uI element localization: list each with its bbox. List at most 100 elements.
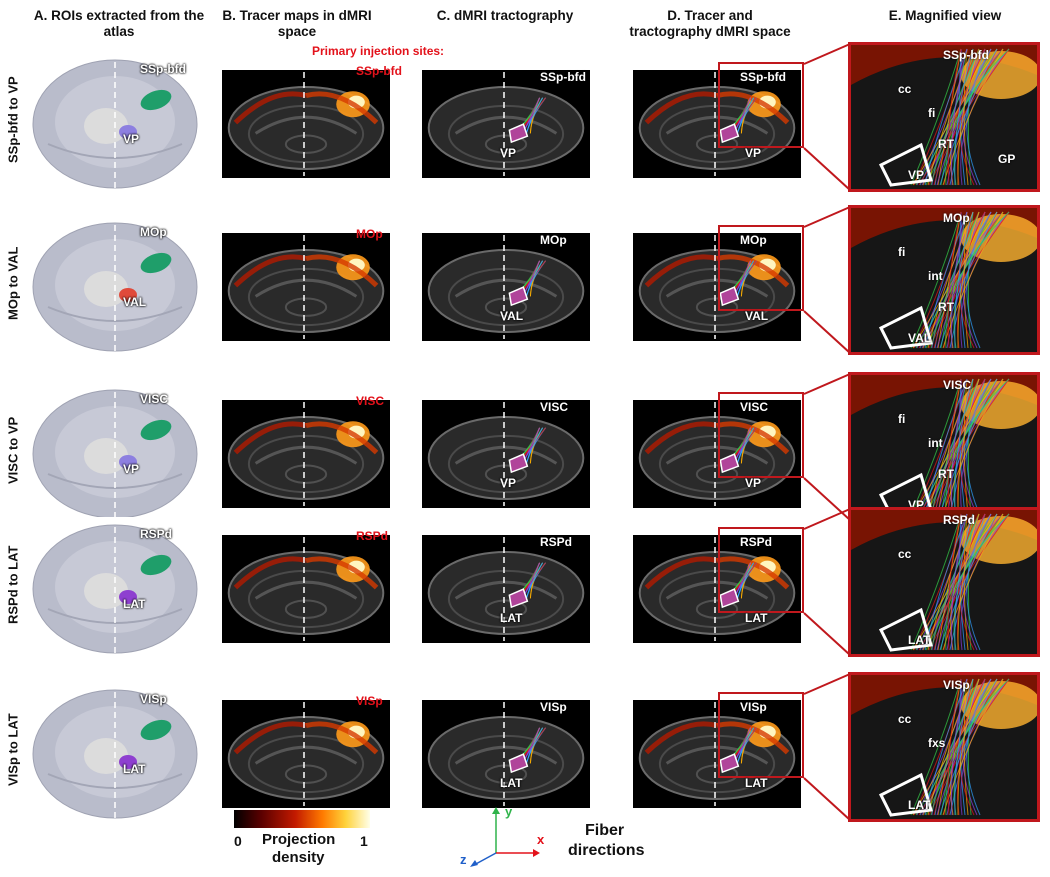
tracer-source-label: RSPd <box>356 529 389 543</box>
magnified-panel <box>848 372 1040 522</box>
tract-target-label: VP <box>500 146 517 160</box>
magnified-label-b: fi <box>928 106 936 120</box>
magnified-label-a: fi <box>898 245 906 259</box>
tract-target-label: LAT <box>500 776 523 790</box>
overlay-target-label: LAT <box>745 611 768 625</box>
row-label: RSPd to LAT <box>5 545 21 625</box>
overlay-source-label: SSp-bfd <box>740 70 786 84</box>
atlas-target-label: VP <box>123 462 140 476</box>
axis-y-label: y <box>505 804 513 819</box>
atlas-target-label: LAT <box>123 597 146 611</box>
tractography-panel <box>422 233 590 341</box>
tracer-map-image <box>227 537 385 641</box>
magnified-label-top: MOp <box>943 211 970 225</box>
magnified-panel <box>848 507 1040 657</box>
tract-target-label: VP <box>500 476 517 490</box>
atlas-panel <box>28 215 203 355</box>
tract-target-label: LAT <box>500 611 523 625</box>
tract-source-label: VISC <box>540 400 569 414</box>
tractography-panel <box>422 535 590 643</box>
tractography-image <box>427 537 585 641</box>
magnified-label-b: int <box>928 269 943 283</box>
atlas-target-label: LAT <box>123 762 146 776</box>
overlay-source-label: MOp <box>740 233 767 247</box>
tractography-image <box>427 72 585 176</box>
magnified-label-d: LAT <box>908 633 931 647</box>
magnified-label-c: RT <box>938 300 954 314</box>
row-label: SSp-bfd to VP <box>5 76 21 164</box>
tracer-source-label: VISp <box>356 694 383 708</box>
atlas-source-label: VISp <box>140 692 167 706</box>
atlas-source-label: VISC <box>140 392 169 406</box>
tract-target-label: VAL <box>500 309 524 323</box>
column-title-e: E. Magnified view <box>888 8 1002 23</box>
magnified-label-b: int <box>928 436 943 450</box>
magnified-label-d: VP <box>908 168 925 182</box>
primary-injection-label: Primary injection sites: <box>312 44 445 58</box>
tracer-map-image <box>227 402 385 506</box>
atlas-source-label: RSPd <box>140 527 173 541</box>
row-label: MOp to VAL <box>5 246 21 320</box>
fiber-label-1: Fiber <box>585 822 625 839</box>
magnified-label-c: RT <box>938 467 954 481</box>
magnified-label-a: fi <box>898 412 906 426</box>
tractography-panel <box>422 400 590 508</box>
magnified-label-b: fxs <box>928 736 946 750</box>
magnified-label-c: RT <box>938 137 954 151</box>
column-title-a: A. ROIs extracted from the atlas <box>33 8 205 39</box>
tractography-image <box>427 402 585 506</box>
magnified-label-top: SSp-bfd <box>943 48 989 62</box>
magnified-label-e: GP <box>998 152 1016 166</box>
colorbar-max: 1 <box>360 833 368 849</box>
overlay-target-label: LAT <box>745 776 768 790</box>
overlay-target-label: VP <box>745 476 762 490</box>
row-label: VISp to LAT <box>5 713 21 787</box>
overlay-target-label: VAL <box>745 309 769 323</box>
overlay-source-label: RSPd <box>740 535 773 549</box>
colorbar-label-1: Projection <box>262 831 336 848</box>
column-title-c: C. dMRI tractography <box>436 8 574 23</box>
axis-z-label: z <box>460 852 467 867</box>
atlas-panel <box>28 682 203 822</box>
tracer-source-label: VISC <box>356 394 385 408</box>
fiber-label-2: directions <box>568 842 645 859</box>
magnified-label-a: cc <box>898 712 912 726</box>
magnified-label-d: LAT <box>908 798 931 812</box>
row-label: VISC to VP <box>5 416 21 484</box>
tracer-source-label: MOp <box>356 227 383 241</box>
atlas-target-label: VAL <box>123 295 147 309</box>
magnified-label-top: RSPd <box>943 513 976 527</box>
column-title-b: B. Tracer maps in dMRI space <box>222 8 372 39</box>
overlay-source-label: VISC <box>740 400 769 414</box>
magnified-label-a: cc <box>898 547 912 561</box>
tract-source-label: SSp-bfd <box>540 70 586 84</box>
tractography-panel <box>422 700 590 808</box>
tracer-map-panel <box>222 70 390 178</box>
magnified-panel <box>848 42 1040 192</box>
colorbar-label-2: density <box>272 849 325 866</box>
colorbar-min: 0 <box>234 833 242 849</box>
magnified-label-a: cc <box>898 82 912 96</box>
tracer-source-label: SSp-bfd <box>356 64 402 78</box>
tract-source-label: RSPd <box>540 535 573 549</box>
tracer-map-panel <box>222 233 390 341</box>
magnified-label-d: VAL <box>908 331 932 345</box>
atlas-source-label: SSp-bfd <box>140 62 186 76</box>
tracer-map-image <box>227 72 385 176</box>
magnified-label-top: VISp <box>943 678 970 692</box>
atlas-source-label: MOp <box>140 225 167 239</box>
tracer-map-panel <box>222 535 390 643</box>
tracer-map-panel <box>222 700 390 808</box>
axis-x-label: x <box>537 832 545 847</box>
magnified-label-top: VISC <box>943 378 972 392</box>
column-title-d: D. Tracer and tractography dMRI space <box>629 8 791 39</box>
tract-source-label: MOp <box>540 233 567 247</box>
tracer-map-image <box>227 235 385 339</box>
tracer-map-panel <box>222 400 390 508</box>
colorbar <box>234 810 370 828</box>
magnified-panel <box>848 205 1040 355</box>
tractography-image <box>427 235 585 339</box>
tracer-map-image <box>227 702 385 806</box>
overlay-target-label: VP <box>745 146 762 160</box>
overlay-source-label: VISp <box>740 700 767 714</box>
